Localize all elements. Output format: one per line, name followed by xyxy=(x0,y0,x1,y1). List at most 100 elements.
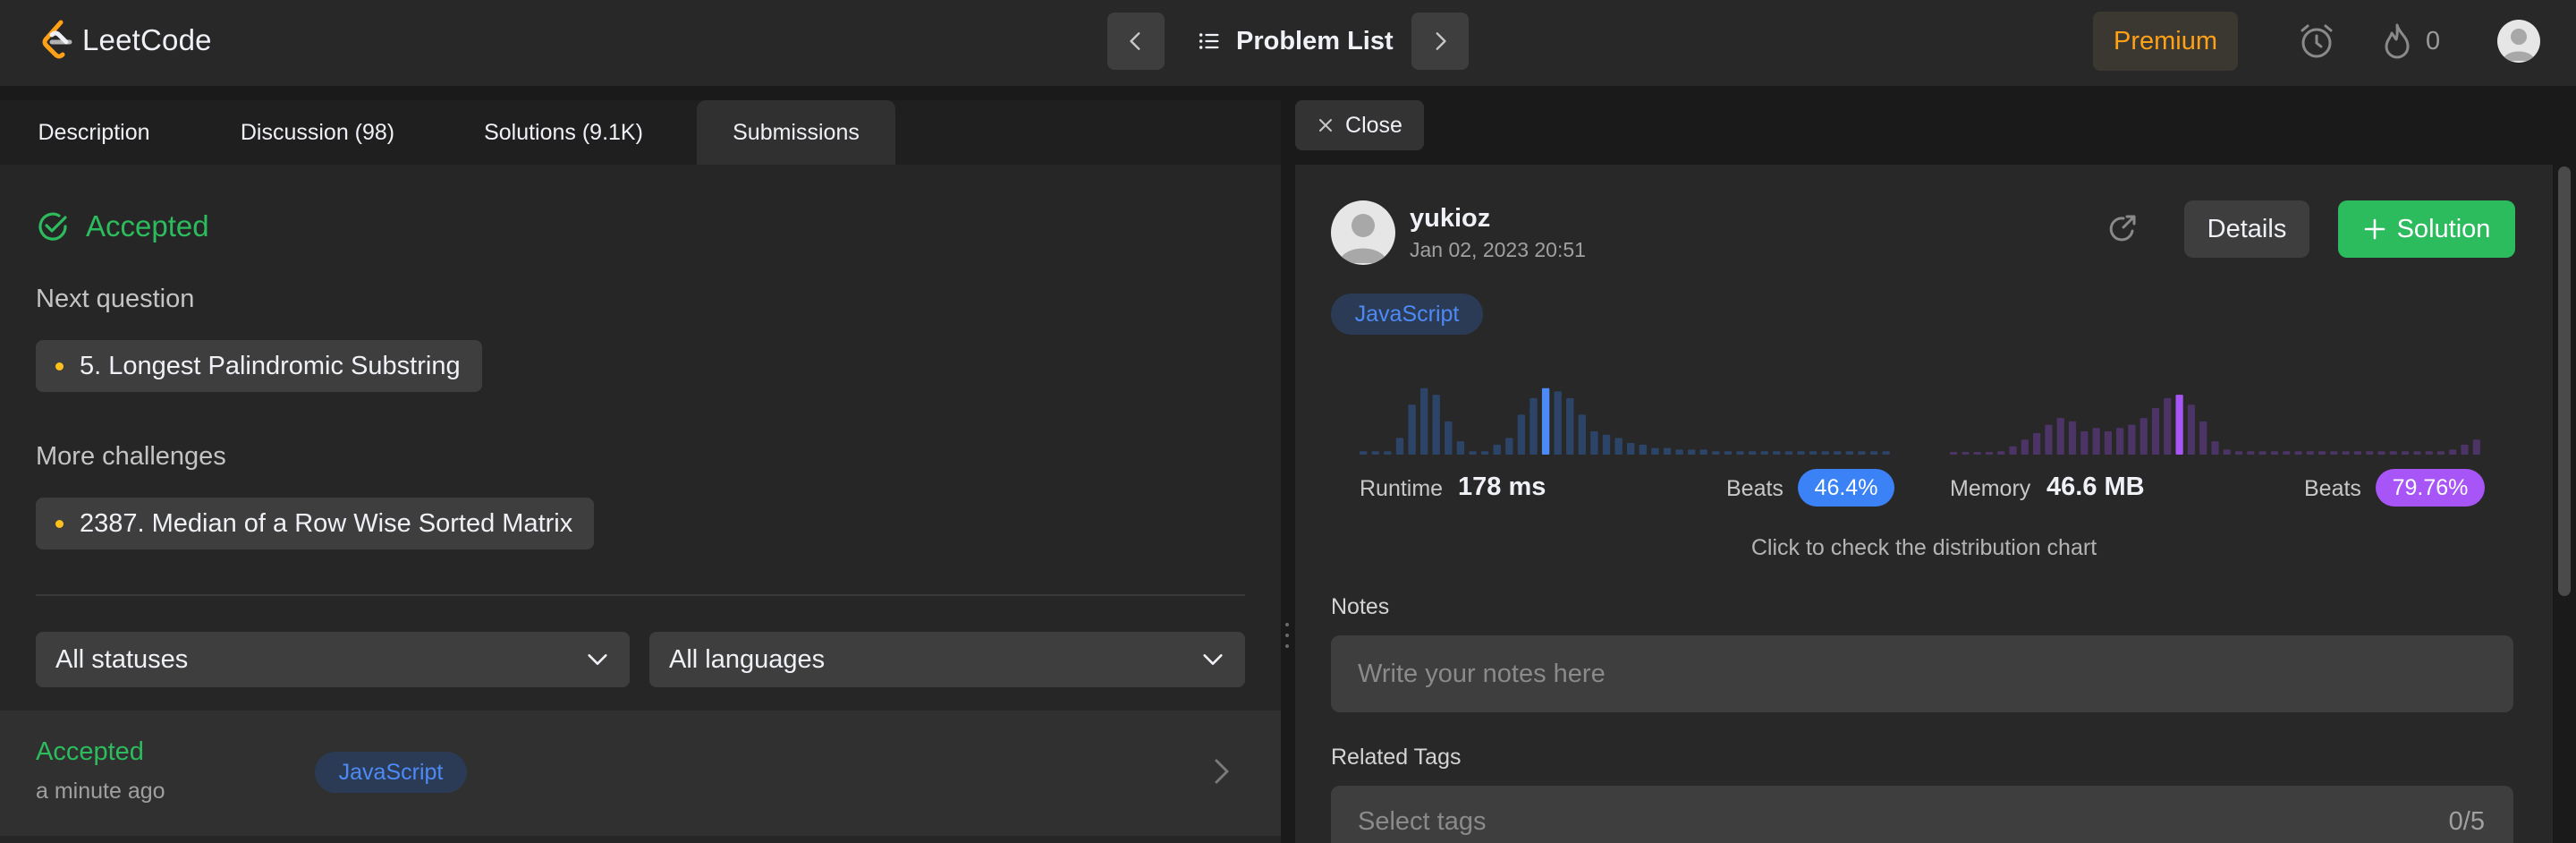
runtime-bar xyxy=(1663,447,1672,455)
runtime-bar xyxy=(1834,451,1842,455)
chevron-down-icon xyxy=(588,654,607,665)
memory-bar xyxy=(1950,452,1958,455)
memory-bar xyxy=(2223,449,2231,455)
streak-counter[interactable]: 0 xyxy=(2381,18,2440,64)
chevron-left-icon xyxy=(1130,32,1140,50)
right-tab-bar xyxy=(1295,86,2576,165)
details-button[interactable]: Details xyxy=(2184,200,2309,258)
scrollbar-thumb[interactable] xyxy=(2558,166,2571,596)
runtime-bar xyxy=(1614,438,1623,455)
status-filter-select[interactable]: All statuses xyxy=(36,632,630,687)
prev-problem-button[interactable] xyxy=(1107,13,1165,70)
runtime-bar xyxy=(1748,451,1757,455)
runtime-bar xyxy=(1432,395,1440,455)
avatar-silhouette-icon xyxy=(1339,214,1387,263)
runtime-bar xyxy=(1578,414,1586,455)
submitter-username[interactable]: yukioz xyxy=(1410,204,1490,234)
runtime-bar xyxy=(1773,451,1781,455)
memory-bar xyxy=(2258,451,2267,455)
alarm-clock-icon[interactable] xyxy=(2295,20,2338,63)
post-solution-button[interactable]: Solution xyxy=(2338,200,2515,258)
problem-list-button[interactable]: Problem List xyxy=(1197,18,1394,64)
runtime-bar xyxy=(1566,397,1574,455)
memory-bar xyxy=(1997,451,2005,455)
runtime-bar xyxy=(1651,447,1659,455)
tab-submissions[interactable]: Submissions xyxy=(697,100,895,165)
next-problem-button[interactable] xyxy=(1411,13,1469,70)
distribution-chart-hint[interactable]: Click to check the distribution chart xyxy=(1295,535,2553,561)
distribution-charts[interactable] xyxy=(1360,379,2487,460)
runtime-bar xyxy=(1784,451,1793,455)
memory-bar xyxy=(2330,451,2338,455)
difficulty-dot xyxy=(55,519,64,528)
chevron-right-icon xyxy=(1215,759,1229,784)
runtime-bar xyxy=(1530,397,1538,455)
tab-discussion[interactable]: Discussion (98) xyxy=(206,100,429,165)
memory-bar xyxy=(2306,451,2314,455)
runtime-bar xyxy=(1712,451,1720,455)
runtime-bar xyxy=(1456,441,1465,455)
submission-status: Accepted xyxy=(36,737,144,766)
runtime-bar xyxy=(1602,434,1611,455)
premium-button[interactable]: Premium xyxy=(2093,12,2238,71)
runtime-bar xyxy=(1639,444,1647,455)
tab-description[interactable]: Description xyxy=(0,100,188,165)
top-navbar: LeetCode Problem List Premium 0 xyxy=(0,0,2576,86)
language-badge: JavaScript xyxy=(1331,294,1483,335)
memory-bar xyxy=(2472,439,2480,455)
next-question-chip[interactable]: 5. Longest Palindromic Substring xyxy=(36,340,482,392)
notes-label: Notes xyxy=(1331,594,1390,619)
runtime-bar xyxy=(1760,451,1768,455)
runtime-bar xyxy=(1675,449,1683,455)
memory-bar xyxy=(2092,428,2100,455)
runtime-bar xyxy=(1688,449,1696,455)
close-button[interactable]: Close xyxy=(1295,100,1424,150)
memory-beats-badge: 79.76% xyxy=(2376,469,2485,507)
memory-bar xyxy=(2389,451,2397,455)
leetcode-logo[interactable]: LeetCode xyxy=(39,18,212,63)
memory-bar-current xyxy=(2175,395,2183,455)
runtime-bar xyxy=(1809,451,1818,455)
more-challenge-chip[interactable]: 2387. Median of a Row Wise Sorted Matrix xyxy=(36,498,595,549)
submission-datetime: Jan 02, 2023 20:51 xyxy=(1410,238,1586,261)
memory-distribution-chart xyxy=(1950,395,2480,455)
runtime-bar xyxy=(1384,451,1392,455)
avatar-silhouette-icon xyxy=(2503,29,2535,61)
memory-bar xyxy=(1962,452,1970,455)
runtime-bar-current xyxy=(1541,387,1550,455)
check-circle-icon xyxy=(38,212,67,241)
more-challenge-title: 2387. Median of a Row Wise Sorted Matrix xyxy=(80,508,573,538)
runtime-distribution-chart xyxy=(1360,387,1890,455)
memory-bar xyxy=(2353,451,2361,455)
runtime-beats-label: Beats xyxy=(1726,476,1784,501)
notes-input[interactable]: Write your notes here xyxy=(1331,635,2513,712)
tags-placeholder: Select tags xyxy=(1358,807,1487,836)
memory-bar xyxy=(2045,424,2053,455)
memory-bar xyxy=(2116,428,2124,455)
language-filter-select[interactable]: All languages xyxy=(649,632,1245,687)
memory-bar xyxy=(2247,451,2255,455)
tab-solutions[interactable]: Solutions (9.1K) xyxy=(447,100,680,165)
submission-time: a minute ago xyxy=(36,779,165,804)
language-filter-value: All languages xyxy=(669,644,826,674)
next-question-title: 5. Longest Palindromic Substring xyxy=(80,351,461,380)
tags-select[interactable]: Select tags 0/5 xyxy=(1331,786,2513,843)
share-icon[interactable] xyxy=(2106,211,2141,247)
left-panel: Description Discussion (98) Solutions (9… xyxy=(0,100,1281,843)
runtime-bar xyxy=(1869,451,1878,455)
memory-bar xyxy=(2366,451,2374,455)
submission-detail-panel xyxy=(1295,165,2553,843)
runtime-value: 178 ms xyxy=(1458,473,1546,501)
runtime-bar xyxy=(1797,451,1805,455)
status-filter-value: All statuses xyxy=(55,644,189,674)
user-avatar[interactable] xyxy=(2497,20,2540,63)
panel-resize-handle[interactable] xyxy=(1283,617,1292,653)
submitter-avatar[interactable] xyxy=(1331,200,1395,265)
runtime-bar xyxy=(1627,443,1635,455)
submission-row[interactable]: Accepted a minute ago JavaScript xyxy=(0,711,1281,836)
result-title-text: Accepted xyxy=(86,209,209,243)
runtime-bar xyxy=(1469,451,1477,455)
memory-bar xyxy=(2461,444,2469,455)
runtime-bar xyxy=(1360,451,1368,455)
memory-bar xyxy=(2294,451,2302,455)
